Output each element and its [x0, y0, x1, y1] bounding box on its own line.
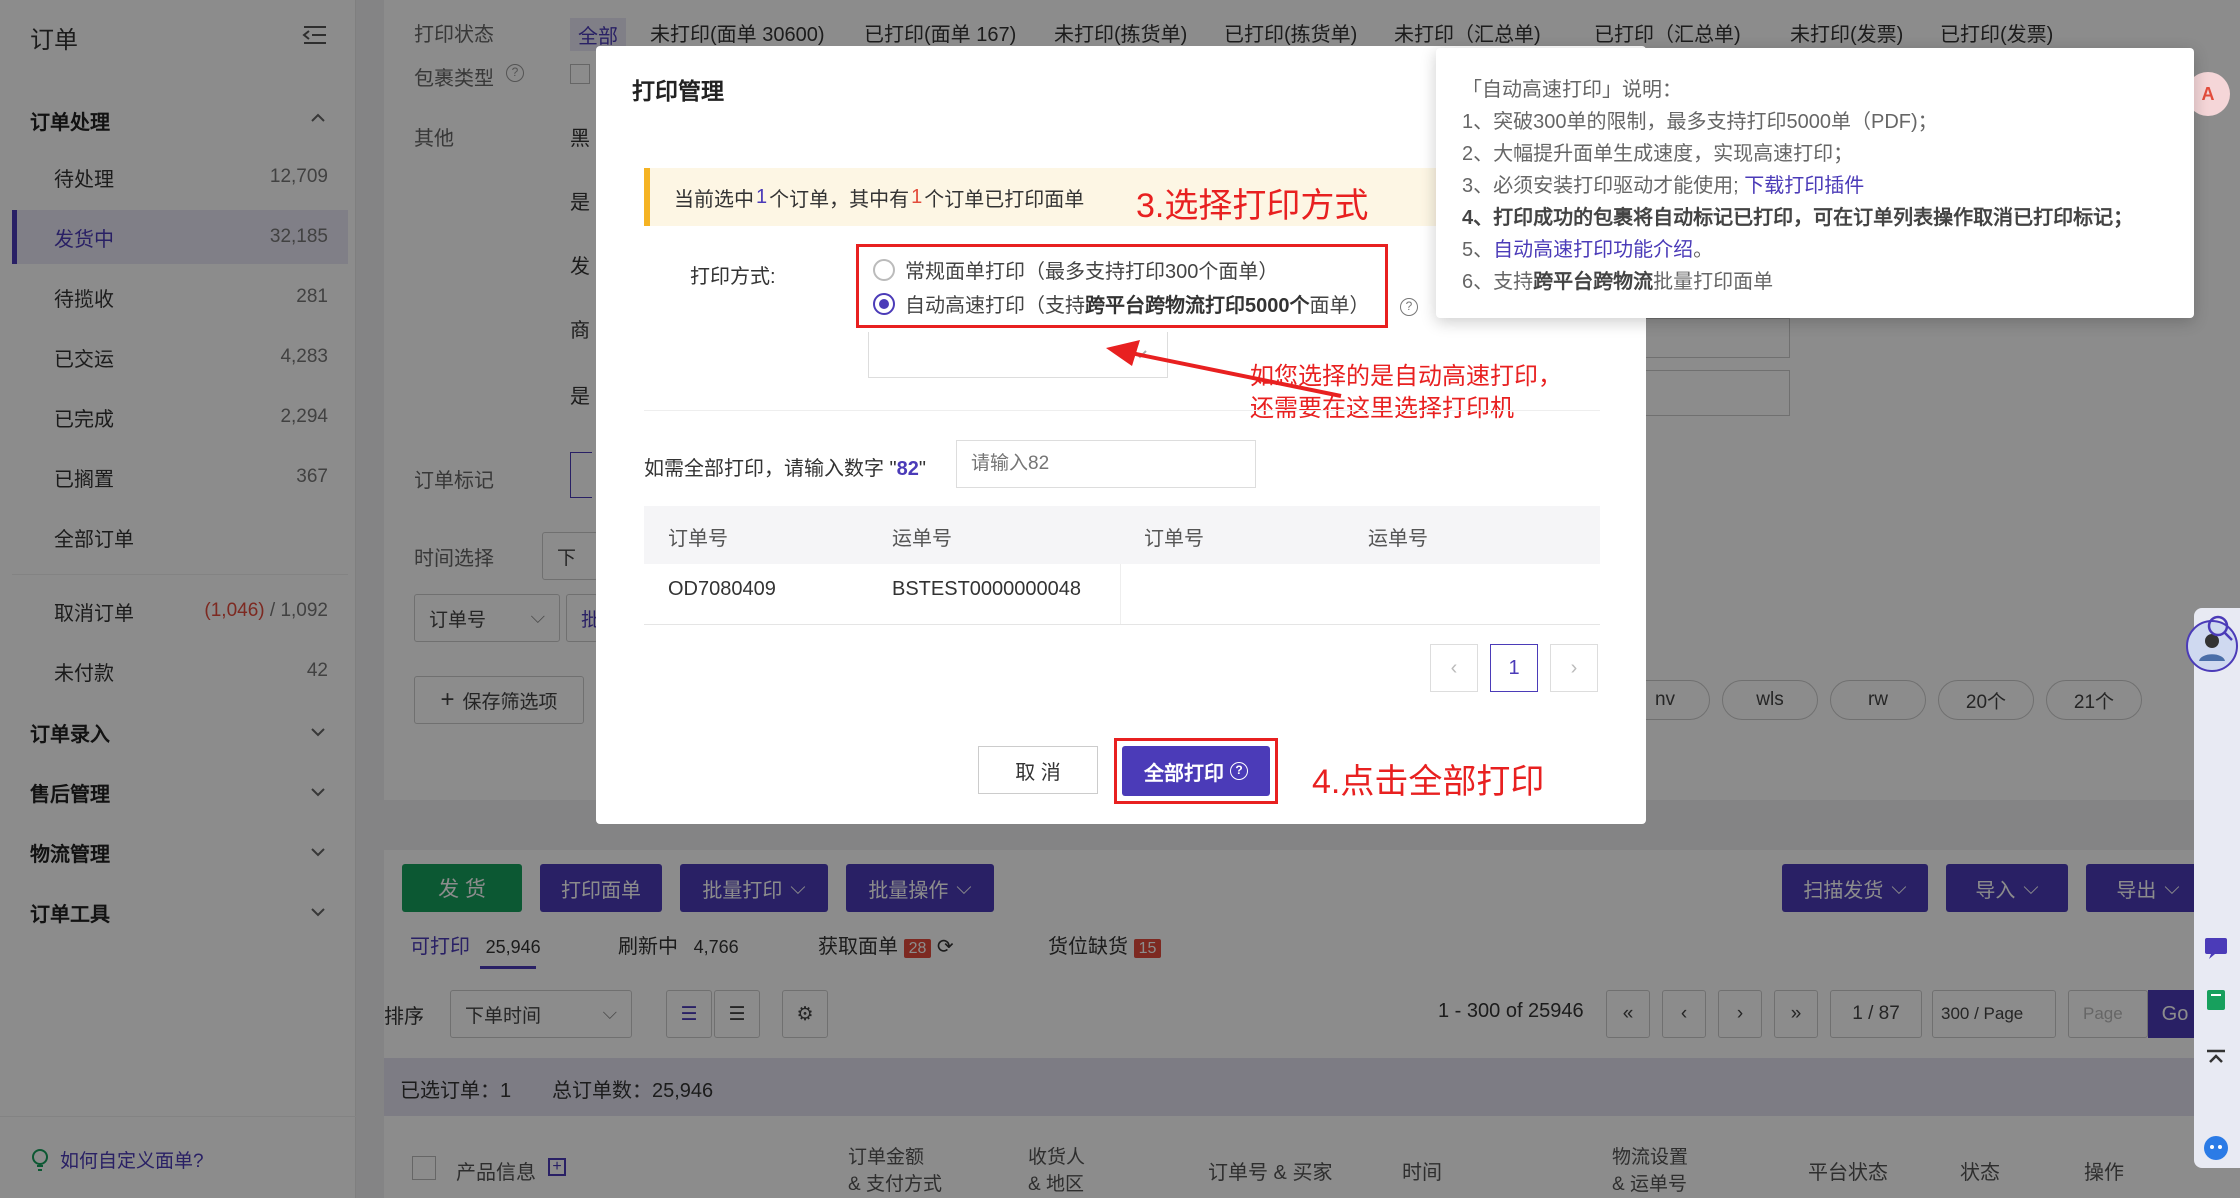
confirm-label: 如需全部打印，请输入数字 "82": [644, 458, 927, 480]
step3-annotation: 3.选择打印方式: [1136, 187, 1369, 225]
modal-col-order-2: 订单号: [1144, 528, 1204, 550]
table-bottom-border: [644, 624, 1600, 625]
modal-row-order: OD7080409: [668, 578, 776, 600]
print-mode-highlight: 常规面单打印（最多支持打印300个面单） 自动高速打印（支持跨平台跨物流打印50…: [856, 244, 1388, 328]
tooltip-line-5: 5、自动高速打印功能介绍。: [1462, 239, 1714, 261]
download-plugin-link[interactable]: 下载打印插件: [1744, 175, 1864, 197]
book-icon[interactable]: [2196, 980, 2236, 1020]
print-mode-label: 打印方式:: [690, 266, 776, 288]
modal-col-waybill: 运单号: [892, 528, 952, 550]
chat-icon[interactable]: [2196, 928, 2236, 968]
modal-col-waybill-2: 运单号: [1368, 528, 1428, 550]
modal-page-number[interactable]: 1: [1490, 644, 1538, 692]
radio-fast[interactable]: 自动高速打印（支持跨平台跨物流打印5000个面单）: [873, 289, 1370, 318]
cancel-button[interactable]: 取 消: [978, 746, 1098, 794]
tooltip-line-3: 3、必须安装打印驱动才能使用; 下载打印插件: [1462, 175, 1865, 197]
modal-title: 打印管理: [632, 78, 724, 104]
support-bot-icon[interactable]: [2196, 1128, 2236, 1168]
modal-table-header: [644, 506, 1600, 564]
help-icon: ?: [1230, 762, 1248, 780]
modal-next-page-icon[interactable]: ›: [1550, 644, 1598, 692]
arrow-note-line1: 如您选择的是自动高速打印，: [1250, 363, 1562, 390]
modal-row-waybill: BSTEST0000000048: [892, 578, 1082, 600]
print-all-button[interactable]: 全部打印?: [1122, 746, 1270, 796]
modal-col-order: 订单号: [668, 528, 728, 550]
tooltip-line-6: 6、支持跨平台跨物流批量打印面单: [1462, 271, 1774, 293]
radio-regular[interactable]: 常规面单打印（最多支持打印300个面单）: [873, 255, 1278, 284]
fast-print-tooltip: 「自动高速打印」说明： 1、突破300单的限制，最多支持打印5000单（PDF)…: [1436, 48, 2194, 318]
tooltip-line-2: 2、大幅提升面单生成速度，实现高速打印；: [1462, 143, 1854, 165]
tooltip-title: 「自动高速打印」说明：: [1462, 79, 1682, 101]
arrow-note-line2: 还需要在这里选择打印机: [1250, 395, 1514, 422]
radio-fast-circle[interactable]: [873, 292, 895, 315]
help-icon[interactable]: ?: [1400, 298, 1418, 316]
column-divider: [1120, 564, 1121, 624]
divider: [644, 410, 1600, 411]
modal-prev-page-icon[interactable]: ‹: [1430, 644, 1478, 692]
fast-print-intro-link[interactable]: 自动高速打印功能介绍: [1493, 239, 1693, 261]
radio-regular-circle[interactable]: [873, 258, 895, 281]
back-to-top-icon[interactable]: [2196, 1040, 2236, 1080]
step4-annotation: 4.点击全部打印: [1312, 763, 1545, 801]
side-toolbar: [2194, 608, 2240, 1168]
tooltip-line-4: 4、打印成功的包裹将自动标记已打印，可在订单列表操作取消已打印标记；: [1462, 207, 2134, 229]
confirm-input[interactable]: [956, 440, 1256, 488]
search-icon[interactable]: [2200, 608, 2240, 648]
tooltip-line-1: 1、突破300单的限制，最多支持打印5000单（PDF)；: [1462, 111, 1938, 133]
